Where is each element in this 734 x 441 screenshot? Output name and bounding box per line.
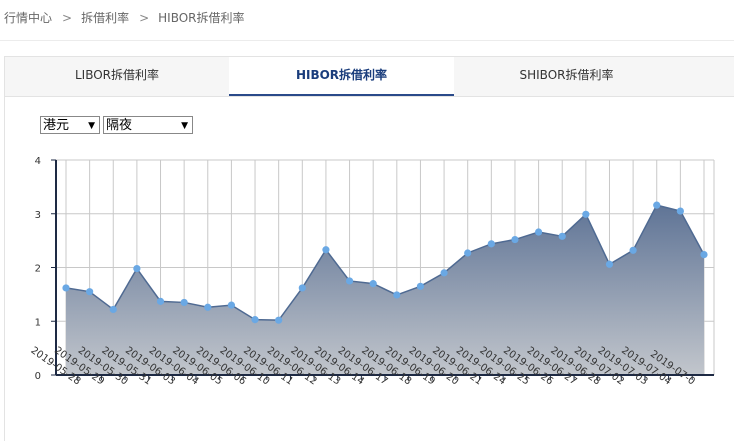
data-point[interactable] (653, 201, 661, 209)
chevron-down-icon: ▼ (181, 121, 188, 131)
y-tick-label: 4 (35, 156, 41, 167)
data-point[interactable] (180, 298, 188, 307)
data-point[interactable] (464, 249, 472, 257)
y-tick-label: 3 (35, 210, 41, 221)
data-point[interactable] (487, 240, 495, 248)
data-point[interactable] (393, 291, 401, 299)
data-point[interactable] (204, 303, 212, 311)
x-axis-ticks: 2019-05-282019-05-292019-05-302019-05-31… (28, 345, 696, 387)
data-point[interactable] (582, 210, 590, 218)
data-point[interactable] (275, 316, 283, 324)
data-point[interactable] (298, 284, 306, 292)
tab-libor[interactable]: LIBOR拆借利率 (5, 57, 229, 96)
data-point[interactable] (534, 228, 543, 236)
data-point[interactable] (251, 316, 259, 324)
term-select-value: 隔夜 (106, 118, 133, 133)
breadcrumb-market-center[interactable]: 行情中心 (4, 9, 52, 26)
breadcrumb-separator: > (62, 11, 73, 25)
breadcrumb-separator: > (139, 11, 150, 25)
breadcrumb-lending-rate[interactable]: 拆借利率 (81, 9, 129, 26)
data-point[interactable] (700, 251, 708, 259)
tab-bar: LIBOR拆借利率 HIBOR拆借利率 SHIBOR拆借利率 (5, 57, 734, 97)
data-point[interactable] (227, 301, 236, 309)
data-point[interactable] (156, 297, 165, 305)
data-point[interactable] (511, 235, 519, 244)
breadcrumb: 行情中心 > 拆借利率 > HIBOR拆借利率 (4, 9, 245, 26)
data-point[interactable] (629, 246, 637, 254)
header-divider (0, 40, 734, 41)
data-point[interactable] (369, 280, 377, 288)
data-point[interactable] (345, 277, 354, 285)
breadcrumb-hibor: HIBOR拆借利率 (158, 11, 245, 25)
hibor-area-chart: 0 1 2 3 4 2019-05-282019-05-292019-05-302019… (28, 156, 715, 387)
term-select[interactable]: 隔夜 ▼ (103, 116, 193, 134)
data-point[interactable] (605, 260, 614, 268)
currency-select-value: 港元 (43, 118, 70, 133)
tab-hibor[interactable]: HIBOR拆借利率 (229, 57, 454, 96)
data-point[interactable] (676, 207, 684, 215)
data-point[interactable] (558, 232, 566, 240)
data-point[interactable] (62, 284, 70, 292)
data-point[interactable] (109, 305, 117, 314)
data-point[interactable] (322, 246, 330, 254)
y-tick-label: 0 (35, 371, 41, 382)
data-point[interactable] (133, 264, 141, 273)
data-point[interactable] (440, 269, 448, 277)
data-point[interactable] (416, 282, 425, 290)
currency-select[interactable]: 港元 ▼ (40, 116, 100, 134)
data-point[interactable] (86, 288, 94, 296)
chevron-down-icon: ▼ (88, 121, 95, 131)
y-tick-label: 2 (35, 264, 41, 275)
tab-shibor[interactable]: SHIBOR拆借利率 (454, 57, 679, 96)
y-tick-label: 1 (35, 317, 41, 328)
